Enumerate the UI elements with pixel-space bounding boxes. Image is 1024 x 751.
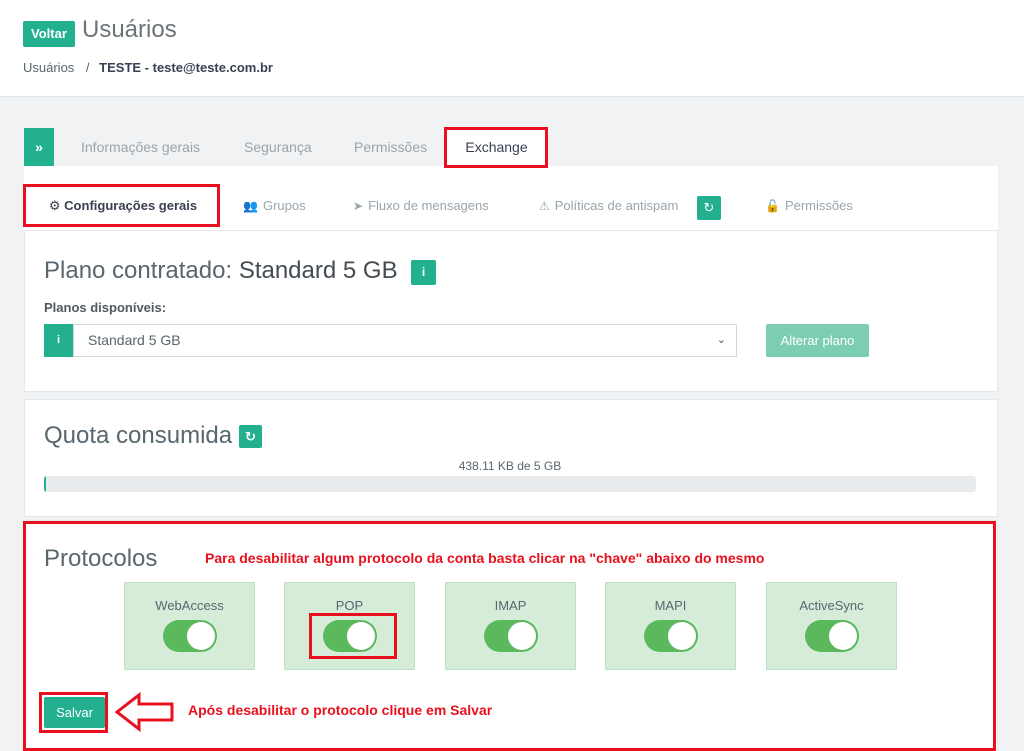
breadcrumb-separator: / <box>85 60 90 75</box>
breadcrumb: Usuários / TESTE - teste@teste.com.br <box>23 60 273 75</box>
tab-permissoes[interactable]: Permissões <box>354 128 427 166</box>
protocol-mapi: MAPI <box>605 582 736 670</box>
protocolos-note: Para desabilitar algum protocolo da cont… <box>205 550 765 566</box>
save-button[interactable]: Salvar <box>44 697 105 728</box>
gear-icon: ⚙ <box>48 198 61 213</box>
activesync-toggle[interactable] <box>805 620 859 652</box>
subtab-permissoes[interactable]: 🔓 Permissões <box>765 191 853 221</box>
tab-exchange[interactable]: Exchange <box>446 128 547 166</box>
tab-seguranca[interactable]: Segurança <box>244 128 312 166</box>
plan-select-value: Standard 5 GB <box>88 332 181 348</box>
plano-card <box>24 230 998 392</box>
plano-heading: Plano contratado: Standard 5 GB <box>44 257 398 285</box>
toggle-knob <box>829 622 857 650</box>
breadcrumb-root[interactable]: Usuários <box>23 60 74 75</box>
page-title: Usuários <box>82 16 177 43</box>
change-plan-button[interactable]: Alterar plano <box>766 324 869 357</box>
quota-heading: Quota consumida <box>44 422 233 449</box>
protocol-activesync: ActiveSync <box>766 582 897 670</box>
users-icon: 👥 <box>243 199 258 213</box>
plano-heading-prefix: Plano contratado: <box>44 257 233 284</box>
plano-heading-value: Standard 5 GB <box>238 257 398 284</box>
protocol-name: IMAP <box>494 598 527 613</box>
quota-progress-bar <box>44 476 976 492</box>
protocol-name: WebAccess <box>155 598 224 613</box>
warning-icon: ⚠ <box>539 199 550 213</box>
subtab-grupos[interactable]: 👥 Grupos <box>243 191 306 221</box>
tab-informacoes-gerais[interactable]: Informações gerais <box>81 128 200 166</box>
toggle-knob <box>508 622 536 650</box>
info-icon[interactable]: i <box>411 260 436 285</box>
save-note: Após desabilitar o protocolo clique em S… <box>188 702 493 718</box>
plan-select[interactable]: Standard 5 GB ⌄ <box>73 324 737 357</box>
send-icon: ➤ <box>353 199 364 213</box>
quota-progress-fill <box>44 476 46 492</box>
refresh-icon: ↻ <box>245 429 256 444</box>
subtab-fluxo-de-mensagens[interactable]: ➤ Fluxo de mensagens <box>353 191 489 221</box>
subtab-label: Permissões <box>784 198 853 213</box>
back-button[interactable]: Voltar <box>23 21 75 47</box>
info-icon: i <box>44 324 73 357</box>
protocol-imap: IMAP <box>445 582 576 670</box>
subtab-label: Grupos <box>262 198 306 213</box>
page-header: Voltar Usuários Usuários / TESTE - teste… <box>0 0 1024 97</box>
pop-toggle[interactable] <box>323 620 377 652</box>
breadcrumb-current: TESTE - teste@teste.com.br <box>99 60 273 75</box>
protocolos-heading: Protocolos <box>44 545 158 572</box>
subtab-configuracoes-gerais[interactable]: ⚙ Configurações gerais <box>27 186 219 226</box>
webaccess-toggle[interactable] <box>163 620 217 652</box>
double-chevron-right-icon[interactable]: » <box>24 128 54 166</box>
planos-label: Planos disponíveis: <box>44 300 167 315</box>
unlock-icon: 🔓 <box>765 199 780 213</box>
toggle-knob <box>187 622 215 650</box>
imap-toggle[interactable] <box>484 620 538 652</box>
subtab-politicas-de-antispam[interactable]: ⚠ Políticas de antispam <box>539 191 678 221</box>
protocol-webaccess: WebAccess <box>124 582 255 670</box>
protocol-pop: POP <box>284 582 415 670</box>
mapi-toggle[interactable] <box>644 620 698 652</box>
protocol-name: ActiveSync <box>799 598 864 613</box>
toggle-knob <box>347 622 375 650</box>
chevron-down-icon: ⌄ <box>716 334 726 346</box>
refresh-icon: ↻ <box>703 200 715 215</box>
toggle-knob <box>668 622 696 650</box>
quota-usage-text: 438.11 KB de 5 GB <box>458 459 562 473</box>
quota-card <box>24 399 998 517</box>
protocol-name: POP <box>335 598 364 613</box>
subtab-label: Políticas de antispam <box>554 198 679 213</box>
protocol-name: MAPI <box>654 598 687 613</box>
subtab-label: Fluxo de mensagens <box>368 198 489 213</box>
refresh-quota-button[interactable]: ↻ <box>239 425 262 448</box>
arrow-left-icon <box>115 692 174 732</box>
subtab-label: Configurações gerais <box>64 198 198 213</box>
refresh-antispam-button[interactable]: ↻ <box>697 196 721 220</box>
